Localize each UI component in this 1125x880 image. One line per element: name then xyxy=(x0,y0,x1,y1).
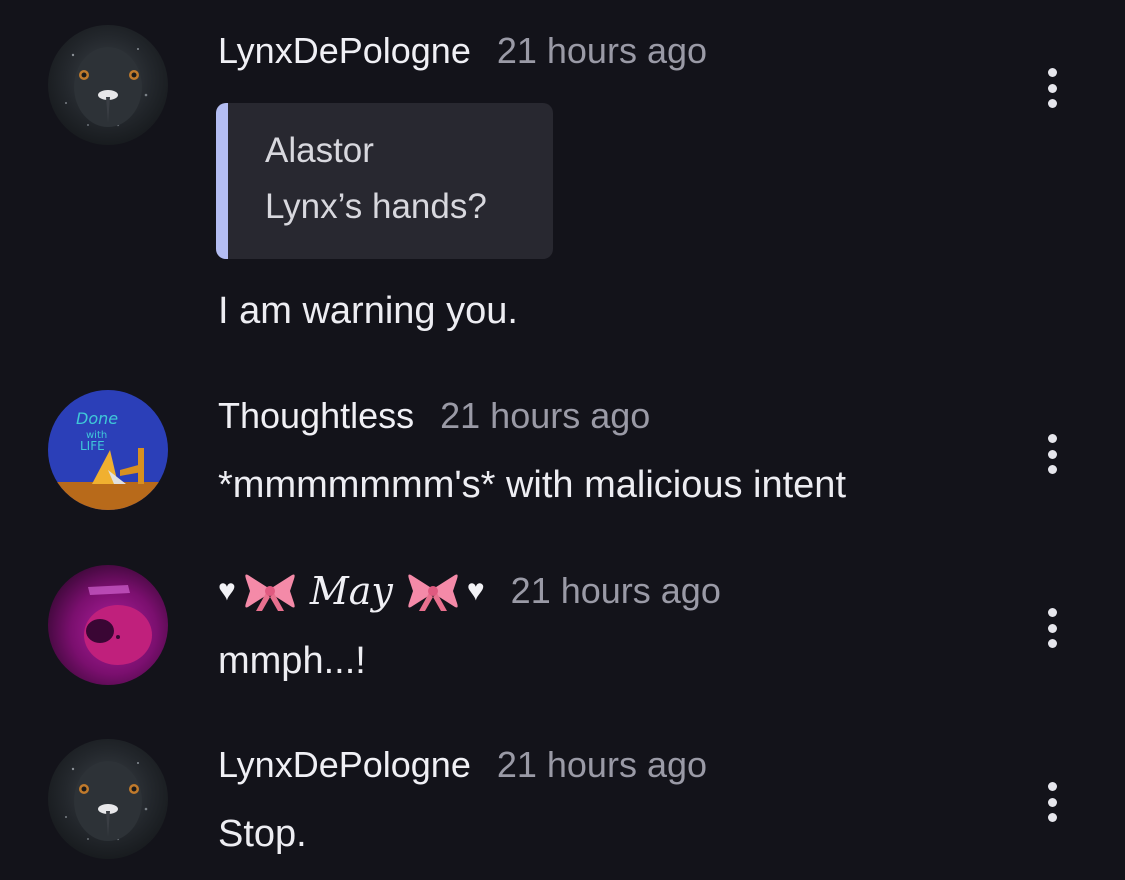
username[interactable]: ♥ May ♥ xyxy=(218,569,485,613)
avatar-text: Done xyxy=(76,409,118,428)
done-with-life-avatar-icon[interactable]: Done with LIFE xyxy=(48,390,168,510)
more-vertical-icon xyxy=(1047,68,1057,77)
more-options-button[interactable] xyxy=(1036,778,1068,826)
avatar-text: LIFE xyxy=(80,439,105,453)
comment-header: ♥ May ♥ 21 hours ago xyxy=(218,566,721,616)
comment-header: Thoughtless 21 hours ago xyxy=(218,391,650,441)
quote-text: Lynx’s hands? xyxy=(265,187,487,226)
bow-icon xyxy=(245,574,295,611)
bow-icon xyxy=(408,574,458,611)
username[interactable]: LynxDePologne xyxy=(218,744,471,786)
more-options-button[interactable] xyxy=(1036,430,1068,478)
comment-header: LynxDePologne 21 hours ago xyxy=(218,740,707,790)
more-options-button[interactable] xyxy=(1036,64,1068,112)
quote-accent-bar xyxy=(216,103,228,259)
timestamp: 21 hours ago xyxy=(440,395,651,436)
timestamp: 21 hours ago xyxy=(510,570,721,611)
timestamp: 21 hours ago xyxy=(496,744,708,785)
more-vertical-icon xyxy=(1047,782,1057,791)
more-options-button[interactable] xyxy=(1036,604,1068,652)
more-vertical-icon xyxy=(1047,608,1057,617)
pigeon-avatar-icon[interactable] xyxy=(48,739,168,859)
comment-text: I am warning you. xyxy=(218,290,518,332)
comment-text: *mmmmmmm's* with malicious intent xyxy=(218,464,847,506)
comment-header: LynxDePologne 21 hours ago xyxy=(218,26,707,76)
comment-text: mmph...! xyxy=(218,640,366,682)
quoted-reply[interactable]: Alastor Lynx’s hands? xyxy=(216,103,553,259)
comment-text: Stop. xyxy=(218,813,307,855)
timestamp: 21 hours ago xyxy=(496,30,708,71)
quote-author: Alastor xyxy=(265,131,374,170)
heart-icon: ♥ xyxy=(466,574,485,607)
username[interactable]: Thoughtless xyxy=(218,395,414,437)
username-text: May xyxy=(309,569,393,613)
magenta-photo-avatar-icon[interactable] xyxy=(48,565,168,685)
pigeon-avatar-icon[interactable] xyxy=(48,25,168,145)
more-vertical-icon xyxy=(1047,434,1057,443)
username[interactable]: LynxDePologne xyxy=(218,30,471,72)
heart-icon: ♥ xyxy=(218,574,236,607)
